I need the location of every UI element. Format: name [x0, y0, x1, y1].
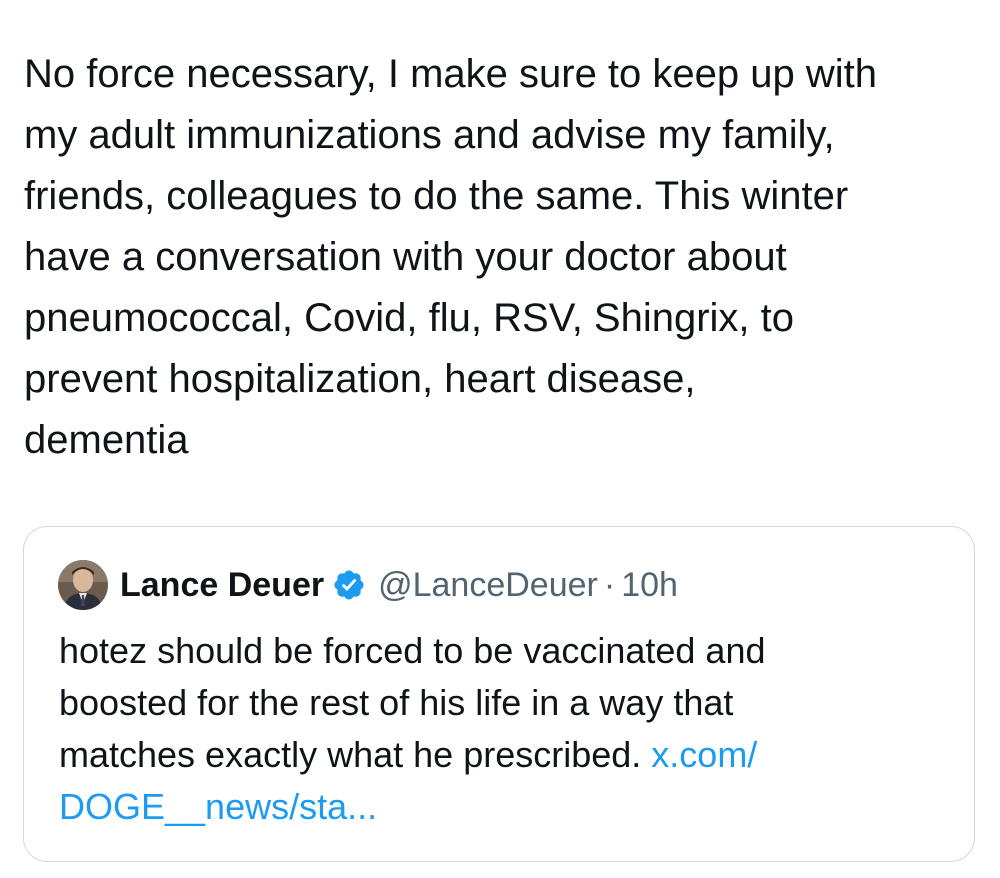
- avatar[interactable]: [58, 560, 108, 610]
- tweet-text-line: have a conversation with your doctor abo…: [24, 235, 787, 279]
- tweet-text: No force necessary, I make sure to keep …: [24, 44, 984, 471]
- tweet-text-line: prevent hospitalization, heart disease,: [24, 357, 696, 401]
- avatar-image: [58, 560, 108, 610]
- author-handle[interactable]: @LanceDeuer: [378, 566, 598, 605]
- timestamp[interactable]: 10h: [621, 566, 678, 605]
- quoted-text-line: matches exactly what he prescribed. x.co…: [59, 729, 959, 781]
- tweet-text-line: dementia: [24, 418, 189, 462]
- tweet-text-line: friends, colleagues to do the same. This…: [24, 174, 849, 218]
- tweet-text-line: pneumococcal, Covid, flu, RSV, Shingrix,…: [24, 296, 795, 340]
- quoted-text-line: boosted for the rest of his life in a wa…: [59, 682, 734, 723]
- tweet-text-line: No force necessary, I make sure to keep …: [24, 52, 877, 96]
- verified-badge-icon: [334, 570, 364, 600]
- quoted-text-line: hotez should be forced to be vaccinated …: [59, 630, 766, 671]
- tweet-link-continuation[interactable]: DOGE__news/sta...: [59, 786, 377, 827]
- quoted-tweet-card[interactable]: Lance Deuer @LanceDeuer · 10h hotez shou…: [23, 526, 975, 862]
- tweet-text-line: my adult immunizations and advise my fam…: [24, 113, 835, 157]
- separator-dot: ·: [603, 565, 616, 604]
- quoted-tweet-text: hotez should be forced to be vaccinated …: [59, 625, 959, 833]
- quoted-text-segment: matches exactly what he prescribed.: [59, 734, 642, 775]
- quoted-text-line: DOGE__news/sta...: [59, 781, 959, 833]
- quoted-tweet-header: Lance Deuer @LanceDeuer · 10h: [58, 559, 678, 611]
- author-display-name[interactable]: Lance Deuer: [120, 566, 324, 605]
- tweet-link[interactable]: x.com/: [651, 734, 757, 775]
